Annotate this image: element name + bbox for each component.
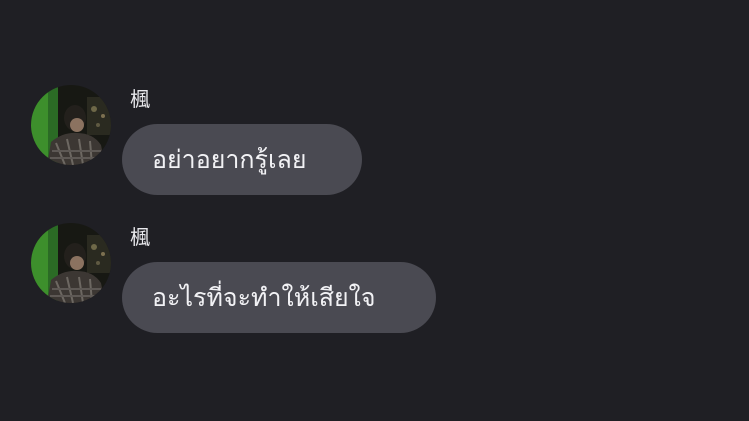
sender-name: 楓 <box>130 225 150 249</box>
message-bubble[interactable]: อะไรที่จะทำให้เสียใจ <box>122 262 436 333</box>
profile-photo-icon <box>31 85 111 165</box>
message-bubble[interactable]: อย่าอยากรู้เลย <box>122 124 362 195</box>
avatar[interactable] <box>31 85 111 165</box>
chat-thread: 楓 อย่าอยากรู้เลย 楓 อะไรที่จะทำให้เสียใจ <box>0 0 749 421</box>
profile-photo-icon <box>31 223 111 303</box>
avatar[interactable] <box>31 223 111 303</box>
sender-name: 楓 <box>130 87 150 111</box>
